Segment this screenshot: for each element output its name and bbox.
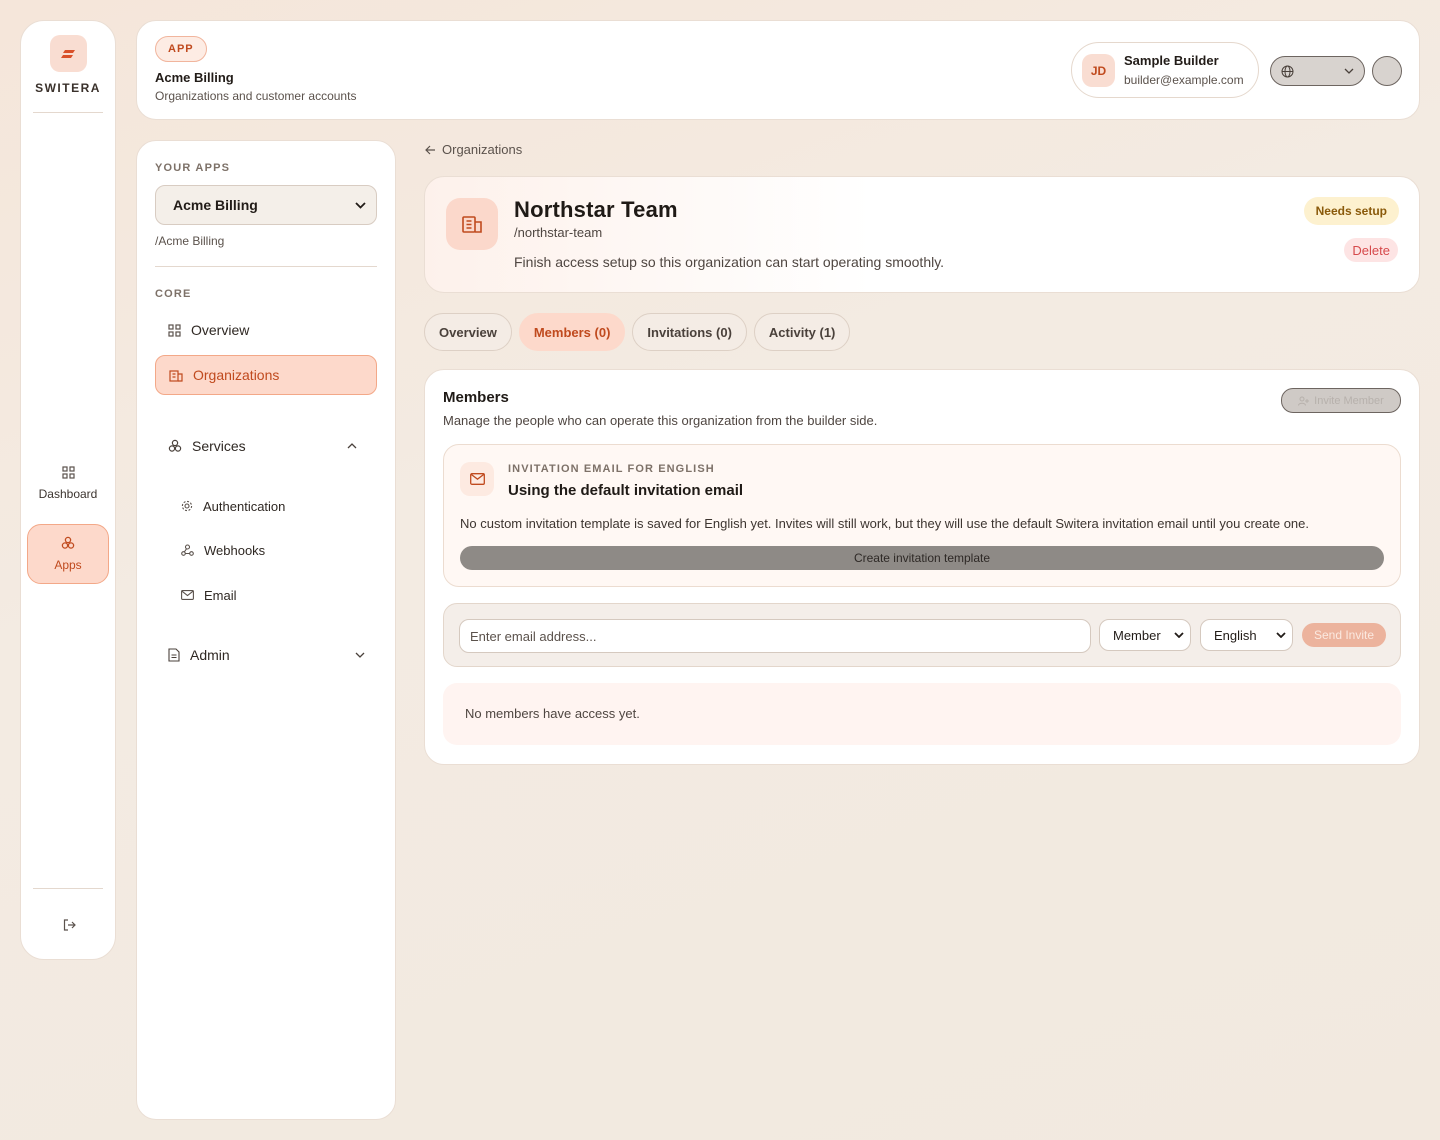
sidebar-item-organizations[interactable]: Organizations bbox=[155, 355, 377, 395]
members-empty-state: No members have access yet. bbox=[443, 683, 1401, 745]
role-select[interactable]: Member bbox=[1099, 619, 1191, 651]
app-path: /Acme Billing bbox=[155, 234, 225, 248]
delete-button[interactable]: Delete bbox=[1344, 238, 1398, 262]
sidebar-item-overview[interactable]: Overview bbox=[155, 310, 377, 350]
grid-icon bbox=[61, 465, 75, 479]
building-icon bbox=[446, 198, 498, 250]
chevron-down-icon bbox=[1276, 632, 1286, 638]
app-type-badge: APP bbox=[155, 36, 207, 62]
chevron-up-icon bbox=[347, 443, 357, 449]
building-icon bbox=[169, 369, 183, 382]
rail-item-dashboard[interactable]: Dashboard bbox=[27, 453, 109, 513]
invite-member-label: Invite Member bbox=[1314, 394, 1384, 407]
rail-divider bbox=[33, 112, 103, 113]
language-select-value: English bbox=[1214, 627, 1257, 643]
document-icon bbox=[168, 648, 180, 662]
role-select-value: Member bbox=[1113, 627, 1161, 643]
status-badge: Needs setup bbox=[1303, 197, 1399, 225]
apps-icon bbox=[61, 536, 75, 549]
your-apps-label: YOUR APPS bbox=[155, 162, 231, 174]
back-to-organizations-link[interactable]: Organizations bbox=[425, 142, 522, 157]
logout-icon[interactable] bbox=[59, 915, 79, 935]
create-template-button[interactable]: Create invitation template bbox=[460, 546, 1384, 570]
app-sidebar: YOUR APPS Acme Billing /Acme Billing COR… bbox=[136, 140, 396, 1120]
email-field[interactable] bbox=[459, 619, 1091, 653]
webhook-icon bbox=[181, 544, 194, 556]
invite-language-select[interactable]: English bbox=[1200, 619, 1293, 651]
grid-icon bbox=[168, 323, 181, 337]
user-name: Sample Builder bbox=[1124, 53, 1219, 68]
rail-item-label: Apps bbox=[54, 558, 82, 572]
sidebar-divider bbox=[155, 266, 377, 267]
empty-state-text: No members have access yet. bbox=[465, 706, 640, 721]
services-icon bbox=[168, 439, 182, 452]
app-select[interactable]: Acme Billing bbox=[155, 185, 377, 225]
sidebar-group-services[interactable]: Services bbox=[155, 426, 377, 466]
invite-form: Member English Send Invite bbox=[443, 603, 1401, 667]
chevron-down-icon bbox=[1174, 632, 1184, 638]
user-email: builder@example.com bbox=[1124, 73, 1244, 87]
theme-toggle-button[interactable] bbox=[1372, 56, 1402, 86]
core-label: CORE bbox=[155, 288, 192, 300]
invite-member-button[interactable]: Invite Member bbox=[1281, 388, 1401, 413]
current-app-subtitle: Organizations and customer accounts bbox=[155, 89, 357, 103]
sidebar-item-label: Webhooks bbox=[204, 542, 266, 558]
sidebar-subitem-authentication[interactable]: Authentication bbox=[181, 491, 285, 521]
invitation-template-notice: INVITATION EMAIL FOR ENGLISH Using the d… bbox=[443, 444, 1401, 587]
organization-slug: /northstar-team bbox=[514, 225, 603, 240]
template-title: Using the default invitation email bbox=[508, 482, 744, 499]
brand-name: SWITERA bbox=[35, 81, 101, 95]
top-bar: APP Acme Billing Organizations and custo… bbox=[136, 20, 1420, 120]
rail-item-label: Dashboard bbox=[38, 486, 98, 501]
user-plus-icon bbox=[1298, 396, 1310, 406]
section-title: Members bbox=[443, 389, 509, 406]
nav-rail: SWITERA Dashboard Apps bbox=[20, 20, 116, 960]
template-description: No custom invitation template is saved f… bbox=[460, 516, 1310, 531]
user-menu[interactable]: JD Sample Builder builder@example.com bbox=[1071, 42, 1259, 98]
avatar: JD bbox=[1082, 54, 1115, 87]
chevron-down-icon bbox=[1344, 68, 1354, 74]
sidebar-item-label: Email bbox=[204, 587, 237, 603]
members-panel: Members Manage the people who can operat… bbox=[424, 369, 1420, 765]
sidebar-group-admin[interactable]: Admin bbox=[155, 635, 377, 675]
sidebar-subitem-webhooks[interactable]: Webhooks bbox=[181, 535, 265, 565]
globe-icon bbox=[1281, 65, 1294, 77]
tab-invitations[interactable]: Invitations (0) bbox=[632, 313, 747, 351]
organization-header: Northstar Team /northstar-team Finish ac… bbox=[424, 176, 1420, 293]
rail-divider bbox=[33, 888, 103, 889]
language-select[interactable] bbox=[1270, 56, 1365, 86]
rail-item-apps[interactable]: Apps bbox=[27, 524, 109, 584]
send-invite-button[interactable]: Send Invite bbox=[1302, 623, 1386, 647]
sidebar-item-label: Organizations bbox=[193, 367, 280, 383]
sidebar-item-label: Authentication bbox=[203, 498, 286, 514]
section-subtitle: Manage the people who can operate this o… bbox=[443, 413, 878, 428]
page-title: Northstar Team bbox=[514, 197, 678, 222]
sidebar-item-label: Services bbox=[192, 438, 246, 454]
tab-overview[interactable]: Overview bbox=[424, 313, 512, 351]
mail-icon bbox=[181, 590, 194, 600]
current-app-name: Acme Billing bbox=[155, 70, 234, 85]
chevron-down-icon bbox=[355, 652, 365, 658]
brand-logo-icon[interactable] bbox=[50, 35, 87, 72]
sidebar-item-label: Admin bbox=[190, 647, 230, 663]
chevron-down-icon bbox=[355, 201, 366, 209]
tab-members[interactable]: Members (0) bbox=[518, 313, 626, 351]
breadcrumb: Organizations bbox=[442, 142, 523, 157]
arrow-left-icon bbox=[425, 145, 435, 154]
app-select-value: Acme Billing bbox=[173, 197, 258, 213]
template-kicker: INVITATION EMAIL FOR ENGLISH bbox=[508, 463, 715, 475]
gear-icon bbox=[181, 500, 193, 512]
sidebar-item-label: Overview bbox=[191, 322, 250, 338]
organization-tabs: Overview Members (0) Invitations (0) Act… bbox=[424, 313, 851, 351]
organization-description: Finish access setup so this organization… bbox=[514, 254, 945, 270]
sidebar-subitem-email[interactable]: Email bbox=[181, 580, 237, 610]
tab-activity[interactable]: Activity (1) bbox=[753, 313, 851, 351]
mail-icon bbox=[460, 462, 494, 496]
